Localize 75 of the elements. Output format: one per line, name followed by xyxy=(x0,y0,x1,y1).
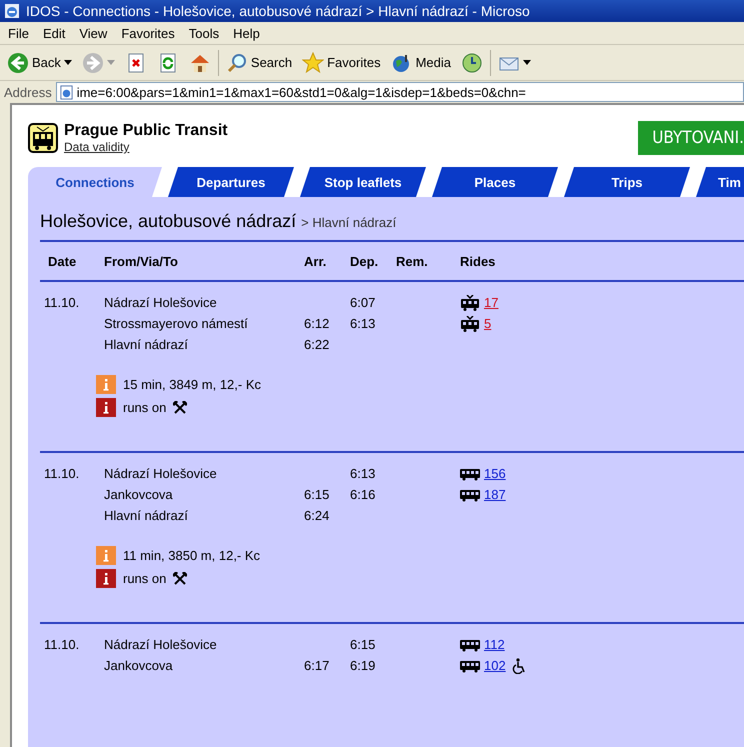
column-header: Dep. xyxy=(350,254,380,268)
menu-item[interactable]: Edit xyxy=(42,26,66,40)
stop-name: Hlavní nádrazí xyxy=(104,508,189,523)
info-text: 11 min, 3850 m, 12,- Kc xyxy=(123,548,260,563)
notice-icon xyxy=(96,569,116,588)
departure-time: 6:19 xyxy=(350,658,376,673)
arrival-time: 6:12 xyxy=(304,316,330,331)
date-cell-text: 11.10. xyxy=(44,295,80,310)
date-cell-text: 11.10. xyxy=(44,637,80,652)
departure-time: 6:07 xyxy=(350,295,376,310)
data-validity-link[interactable]: Data validity xyxy=(64,140,228,154)
departure-time: 6:15 xyxy=(350,637,376,652)
info-text: runs on xyxy=(123,400,166,415)
page-icon xyxy=(58,84,74,100)
search-icon[interactable] xyxy=(226,52,248,74)
tab[interactable]: Connections xyxy=(28,167,162,197)
column-header: From/Via/To xyxy=(104,254,179,268)
stop-name: Jankovcova xyxy=(104,658,174,673)
address-label: Address xyxy=(4,84,52,100)
date-cell-text: 11.10. xyxy=(44,466,80,481)
caret-icon[interactable] xyxy=(64,60,72,65)
arrival-time: 6:15 xyxy=(304,487,330,502)
tab[interactable]: Stop leaflets xyxy=(300,167,426,197)
stop-name: Nádrazí Holešovice xyxy=(104,295,218,310)
stop-name: Nádrazí Holešovice xyxy=(104,466,218,481)
info-text: 15 min, 3849 m, 12,- Kc xyxy=(123,377,262,392)
tab[interactable]: Tim xyxy=(696,167,744,197)
stop-name: Nádrazí Holešovice xyxy=(104,637,218,652)
line-link[interactable]: 102 xyxy=(484,658,506,673)
line-link[interactable]: 187 xyxy=(484,487,506,502)
favorites-button[interactable]: Favorites xyxy=(299,50,384,76)
stop-name: Hlavní nádrazí xyxy=(104,337,189,352)
line-link[interactable]: 5 xyxy=(484,316,492,331)
notice-icon xyxy=(96,398,116,417)
tram-icon xyxy=(460,294,480,310)
tab[interactable]: Trips xyxy=(564,167,690,197)
menu-item[interactable]: File xyxy=(8,26,29,40)
search-button[interactable]: Search xyxy=(222,50,296,76)
arrival-time: 6:22 xyxy=(304,337,330,352)
destination-heading: > Hlavní nádrazí xyxy=(301,215,396,230)
menu-item[interactable]: Favorites xyxy=(121,26,175,40)
window-title: IDOS - Connections - Holešovice, autobusové nádrazí > Hlavní nádrazí - Microso xyxy=(26,3,530,19)
tab[interactable]: Departures xyxy=(168,167,294,197)
browser-icon xyxy=(4,3,20,19)
menu-item[interactable]: Tools xyxy=(188,26,220,40)
column-header: Rides xyxy=(460,254,496,268)
departure-time: 6:13 xyxy=(350,316,376,331)
info-text: runs on xyxy=(123,571,166,586)
stop-name: Jankovcova xyxy=(104,487,174,502)
arrival-time: 6:24 xyxy=(304,508,330,523)
caret-icon[interactable] xyxy=(523,60,531,65)
back-button[interactable]: Back xyxy=(4,50,75,76)
column-header: Arr. xyxy=(304,254,328,268)
star-icon[interactable] xyxy=(302,52,324,74)
menu-item[interactable]: View xyxy=(79,26,108,40)
ad-banner[interactable]: UBYTOVANI. xyxy=(638,121,744,155)
info-icon xyxy=(96,375,116,394)
line-link[interactable]: 112 xyxy=(484,637,505,652)
column-header: Date xyxy=(48,254,78,268)
media-button[interactable]: Media xyxy=(388,50,454,76)
address-field[interactable]: ime=6:00&pars=1&min1=1&max1=60&std1=0&alg=1&isdep=1&beds=0&chn= xyxy=(56,82,744,102)
line-link[interactable]: 156 xyxy=(484,466,506,481)
departure-time: 6:13 xyxy=(350,466,376,481)
origin-heading: Holešovice, autobusové nádrazí xyxy=(40,211,296,232)
tab[interactable]: Places xyxy=(432,167,558,197)
site-title: Prague Public Transit xyxy=(64,122,228,140)
menu-item[interactable]: Help xyxy=(233,26,260,40)
departure-time: 6:16 xyxy=(350,487,376,502)
stop-name: Strossmayerovo námestí xyxy=(104,316,249,331)
arrival-time: 6:17 xyxy=(304,658,330,673)
line-link[interactable]: 17 xyxy=(484,295,498,310)
tram-icon xyxy=(460,316,480,332)
info-icon xyxy=(96,546,116,565)
column-header: Rem. xyxy=(396,254,429,268)
tram-logo-icon xyxy=(28,123,58,153)
